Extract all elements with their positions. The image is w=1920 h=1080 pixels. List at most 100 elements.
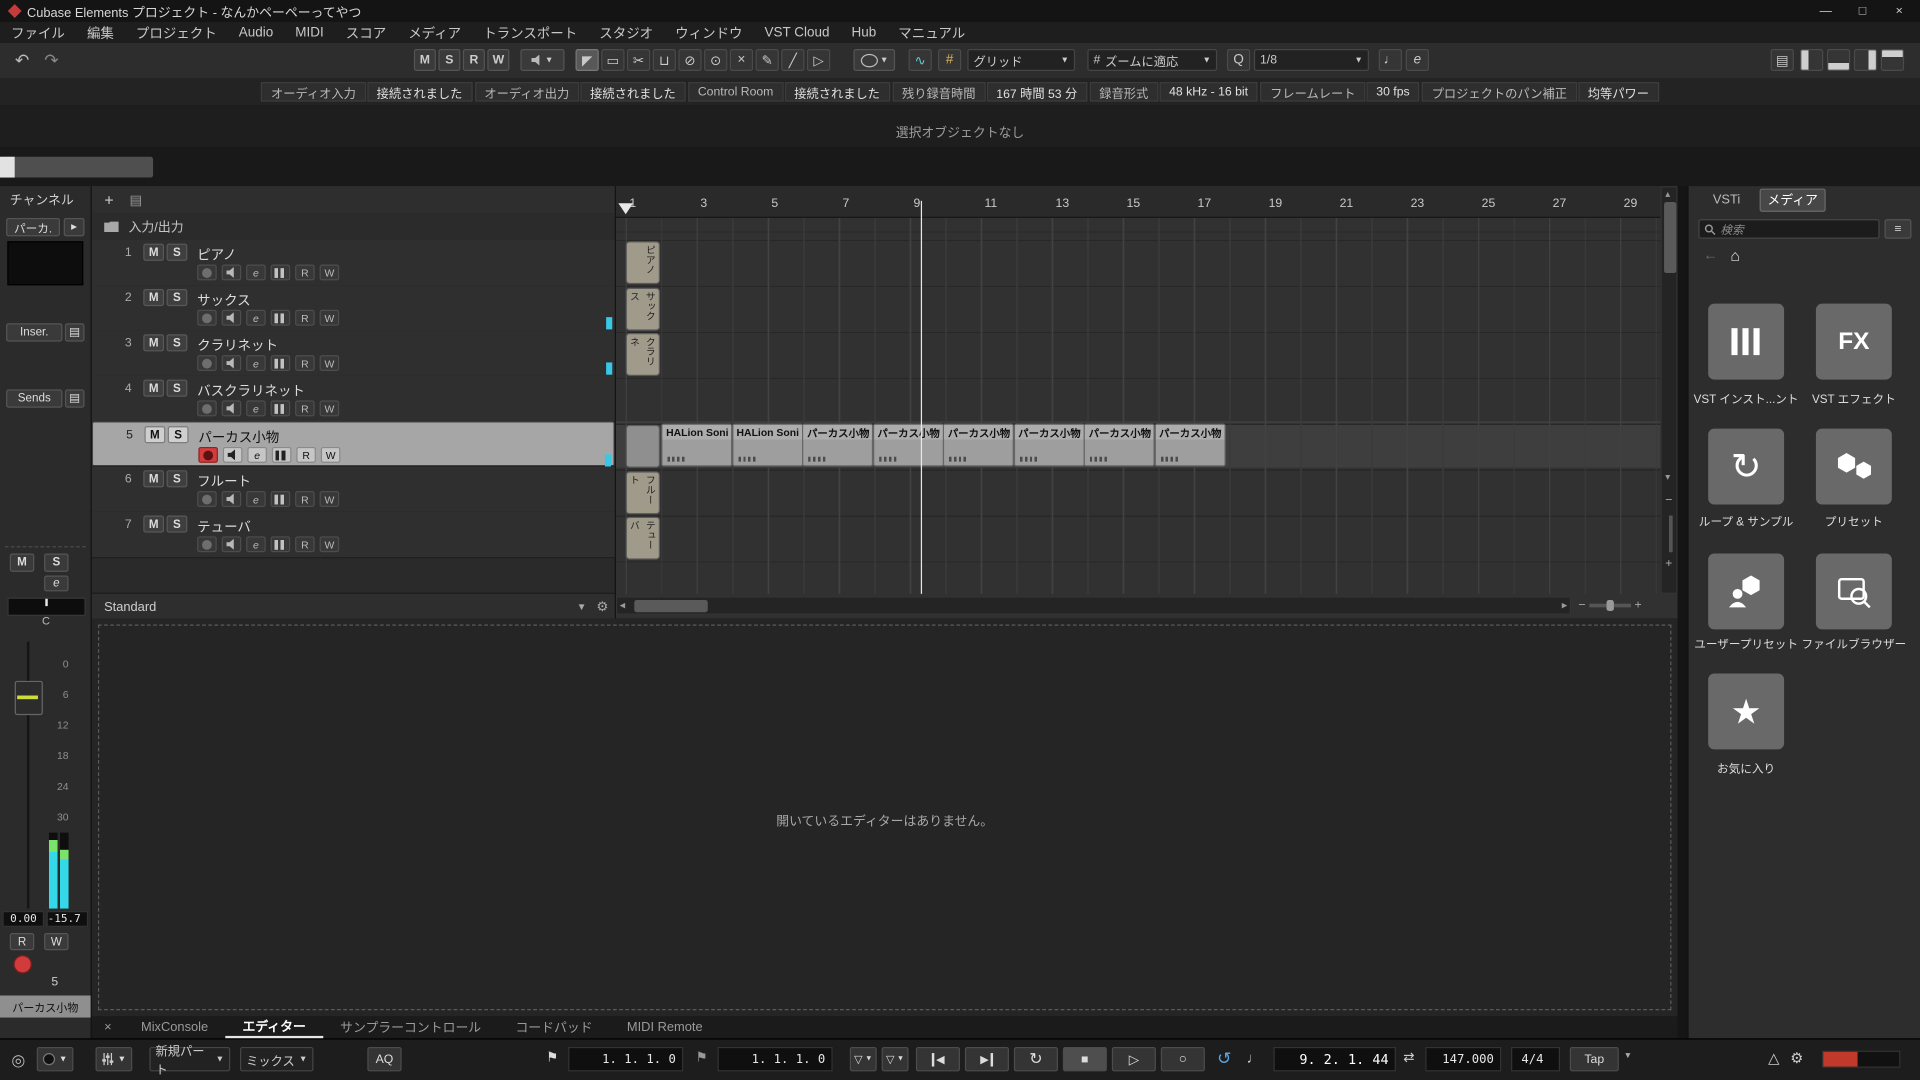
read-button[interactable]: R [295, 400, 315, 416]
global-solo-button[interactable]: S [438, 49, 460, 71]
track-row-bass-clarinet[interactable]: 4 M S バスクラリネット e R W [92, 376, 615, 423]
channel-read-button[interactable]: R [10, 933, 34, 950]
swing-icon[interactable]: ♩ [1379, 49, 1402, 71]
tab-mixconsole[interactable]: MixConsole [124, 1016, 225, 1038]
quantize-q-icon[interactable]: Q [1227, 49, 1250, 71]
quantize-select[interactable]: 1/8 ▼ [1254, 49, 1369, 71]
write-button[interactable]: W [320, 264, 340, 280]
channel-record-button[interactable] [13, 955, 31, 973]
read-button[interactable]: R [295, 355, 315, 371]
edit-channel-button[interactable]: e [247, 447, 267, 463]
midi-event[interactable]: パーカス小物 [943, 424, 1014, 467]
status-record-format[interactable]: 録音形式48 kHz - 16 bit [1090, 82, 1258, 102]
write-button[interactable]: W [321, 447, 341, 463]
instrument-button[interactable] [271, 491, 291, 507]
tempo-display[interactable]: 147.000 [1425, 1047, 1501, 1071]
midi-event[interactable]: パーカス小物 [1013, 424, 1084, 467]
monitor-button[interactable] [222, 491, 242, 507]
vzoom-out-icon[interactable]: − [1665, 493, 1672, 506]
track-preview-piano[interactable]: ピアノ [626, 241, 660, 284]
time-signature-display[interactable]: 4/4 [1511, 1047, 1560, 1071]
solo-button[interactable]: S [167, 470, 188, 487]
record-enable-button-active[interactable] [198, 447, 218, 463]
menu-audio[interactable]: Audio [228, 22, 284, 43]
erase-tool[interactable]: ⊘ [678, 49, 701, 71]
track-row-piano[interactable]: 1 M S ピアノ e R W [92, 240, 615, 287]
instrument-button[interactable] [271, 310, 291, 326]
left-locator-display[interactable]: 1. 1. 1. 0 [568, 1047, 683, 1071]
menu-file[interactable]: ファイル [0, 22, 76, 43]
tempo-sync-icon[interactable]: ⇄ [1403, 1049, 1414, 1065]
io-header-row[interactable]: 入力/出力 [92, 213, 615, 241]
horizontal-scrollbar[interactable]: ◂ ▸ [616, 596, 1571, 614]
edit-channel-button[interactable]: e [246, 310, 266, 326]
scroll-up-icon[interactable]: ▴ [1665, 189, 1670, 200]
draw-tool[interactable]: ✎ [756, 49, 779, 71]
go-to-end-button[interactable]: ▶ [965, 1047, 1009, 1071]
aq-button[interactable]: AQ [367, 1047, 401, 1071]
hzoom-control[interactable]: − + [1578, 596, 1641, 614]
punch-in-flag-icon[interactable]: ⚑ [546, 1049, 558, 1065]
audio-activity-button[interactable]: ▼ [37, 1047, 74, 1071]
new-part-select[interactable]: 新規パート▼ [149, 1047, 230, 1071]
channel-track-name[interactable]: パーカス小物 [0, 996, 91, 1018]
pan-control[interactable] [7, 598, 85, 616]
cycle-button[interactable]: ↻ [1014, 1047, 1058, 1071]
stop-button[interactable]: ■ [1063, 1047, 1107, 1071]
track-filter-icon[interactable]: ▤ [126, 190, 146, 210]
solo-button[interactable]: S [167, 334, 188, 351]
global-mute-button[interactable]: M [414, 49, 436, 71]
read-button[interactable]: R [295, 310, 315, 326]
instrument-button[interactable] [272, 447, 292, 463]
mix-select[interactable]: ミックス▼ [240, 1047, 313, 1071]
track-picture[interactable] [7, 241, 83, 285]
right-zone-toggle[interactable] [1854, 49, 1877, 71]
track-preview-flute[interactable]: フルート [626, 471, 660, 514]
go-to-start-button[interactable]: ◀ [916, 1047, 960, 1071]
project-cursor[interactable] [921, 201, 922, 594]
solo-button[interactable]: S [167, 289, 188, 306]
left-zone-toggle[interactable] [1800, 49, 1823, 71]
edit-channel-button[interactable]: e [246, 400, 266, 416]
menu-score[interactable]: スコア [335, 22, 397, 43]
maximize-button[interactable]: □ [1844, 0, 1881, 22]
mute-button[interactable]: M [144, 426, 165, 443]
menu-hub[interactable]: Hub [840, 22, 887, 43]
scroll-right-icon[interactable]: ▸ [1562, 599, 1568, 612]
record-enable-button[interactable] [197, 310, 217, 326]
tab-media[interactable]: メディア [1760, 189, 1826, 212]
mute-button[interactable]: M [143, 380, 164, 397]
locate-filter-button[interactable]: ▽▼ [882, 1047, 909, 1071]
monitor-button[interactable] [222, 536, 242, 552]
status-audio-output[interactable]: オーディオ出力接続されました [475, 82, 686, 102]
tab-editor[interactable]: エディター [225, 1016, 323, 1038]
line-tool[interactable]: ╱ [781, 49, 804, 71]
write-button[interactable]: W [320, 536, 340, 552]
read-button[interactable]: R [295, 264, 315, 280]
midi-event[interactable]: パーカス小物 [1154, 424, 1225, 467]
zoom-slider[interactable] [1589, 604, 1631, 608]
setup-window-layout-toggle[interactable] [1881, 49, 1904, 71]
midi-event[interactable]: HALion Soni [732, 424, 803, 467]
read-button[interactable]: R [296, 447, 316, 463]
monitor-button[interactable] [222, 400, 242, 416]
edit-channel-button[interactable]: e [246, 536, 266, 552]
menu-midi[interactable]: MIDI [284, 22, 334, 43]
write-button[interactable]: W [320, 491, 340, 507]
monitor-button[interactable] [223, 447, 243, 463]
tile-vst-instruments[interactable] [1708, 304, 1784, 380]
tab-chord-pads[interactable]: コードパッド [498, 1016, 609, 1038]
timeline-ruler[interactable]: 1 3 5 7 9 11 13 15 17 19 21 23 25 27 29 [616, 186, 1660, 218]
status-audio-input[interactable]: オーディオ入力接続されました [261, 82, 472, 102]
status-frame-rate[interactable]: フレームレート30 fps [1260, 82, 1419, 102]
mute-button[interactable]: M [143, 334, 164, 351]
media-search-input[interactable]: 検索 [1698, 219, 1879, 239]
iterative-quantize-icon[interactable]: e [1406, 49, 1429, 71]
zoom-in-icon[interactable]: + [1635, 599, 1642, 612]
channel-write-button[interactable]: W [44, 933, 68, 950]
channel-solo-button[interactable]: S [44, 553, 68, 571]
channel-edit-icon[interactable]: ▸ [64, 218, 85, 236]
tile-file-browser[interactable] [1816, 553, 1892, 629]
snap-toggle[interactable]: ∿ [909, 49, 932, 71]
gear-icon[interactable]: ⚙ [1790, 1049, 1803, 1066]
